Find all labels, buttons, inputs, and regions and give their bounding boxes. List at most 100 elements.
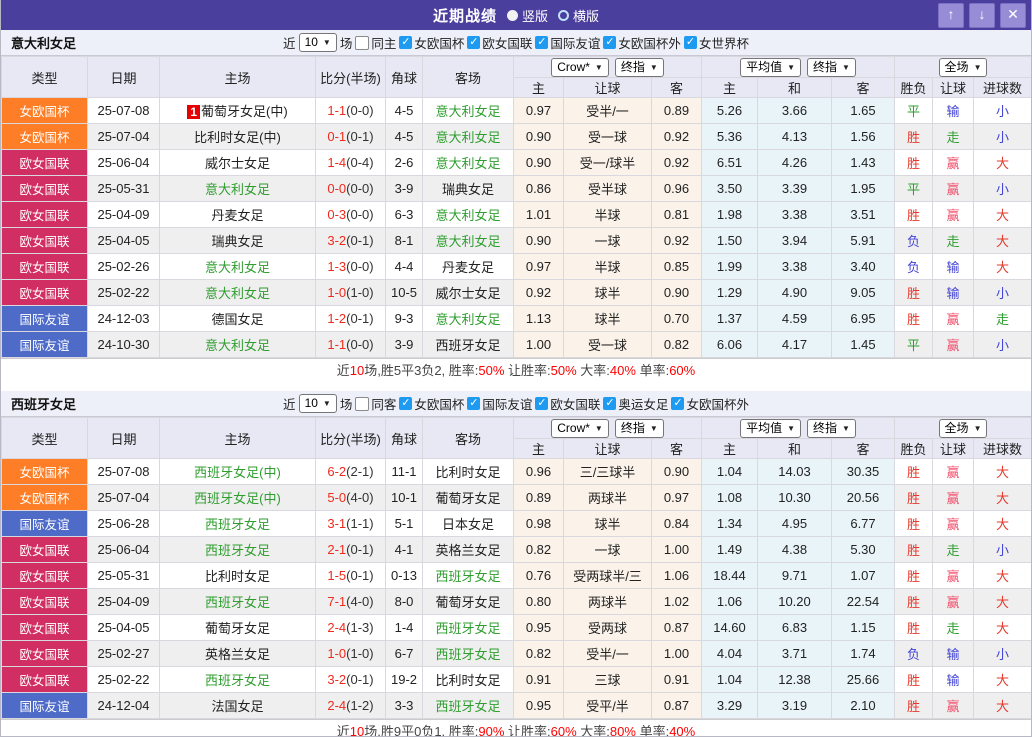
home-team-cell: 西班牙女足(中) <box>159 484 316 511</box>
result-outcome: 胜 <box>894 484 934 511</box>
home-team-cell: 比利时女足 <box>159 562 316 589</box>
same-venue-filter[interactable]: 同主 <box>355 33 396 52</box>
recent-count-select[interactable]: 10 ▼ <box>298 394 337 413</box>
halftime-score: (4-0) <box>346 594 374 609</box>
league-badge: 国际友谊 <box>1 692 88 719</box>
dropdown-chevron-icon: ▼ <box>842 423 850 433</box>
checkbox-checked-icon[interactable]: ✓ <box>535 397 549 410</box>
league-badge: 欧女国联 <box>1 149 88 176</box>
handicap-company-select[interactable]: Crow* ▼ <box>551 57 609 77</box>
corner-score: 4-5 <box>385 97 423 124</box>
radio-horizontal-layout[interactable]: 横版 <box>558 6 599 25</box>
dropdown-chevron-icon: ▼ <box>322 38 331 47</box>
result-handicap: 赢 <box>932 458 975 485</box>
scope-select-group: 全场 ▼ <box>894 417 1031 439</box>
away-team: 威尔士女足 <box>435 286 501 301</box>
close-icon: ✕ <box>1007 6 1019 22</box>
column-header: 角球 <box>385 417 423 459</box>
result-goals: 小 <box>973 175 1031 202</box>
checkbox-checked-icon[interactable]: ✓ <box>535 36 549 49</box>
league-filter-checkbox[interactable]: ✓ 欧女国联 <box>467 33 532 52</box>
radio-vertical-layout[interactable]: 竖版 <box>506 6 548 25</box>
handicap-home-odds: 0.95 <box>513 614 564 641</box>
league-filter-checkbox[interactable]: ✓ 奥运女足 <box>603 394 668 413</box>
halftime-score: (2-1) <box>346 464 374 479</box>
scope-select[interactable]: 全场 ▼ <box>938 418 988 438</box>
move-up-button[interactable]: ↑ <box>938 3 964 28</box>
away-team: 意大利女足 <box>435 208 501 223</box>
checkbox-unchecked-icon[interactable] <box>355 35 370 50</box>
checkbox-checked-icon[interactable]: ✓ <box>467 36 481 49</box>
league-filter-checkbox[interactable]: ✓ 女欧国杯外 <box>603 33 681 52</box>
league-filter-checkbox[interactable]: ✓ 欧女国联 <box>535 394 600 413</box>
checkbox-checked-icon[interactable]: ✓ <box>603 397 617 410</box>
corner-score: 8-0 <box>385 588 423 615</box>
checkbox-checked-icon[interactable]: ✓ <box>603 36 617 49</box>
league-filter-label: 欧女国联 <box>482 37 533 51</box>
fulltime-score: 0-0 <box>327 181 347 196</box>
result-handicap: 赢 <box>932 588 975 615</box>
scope-select[interactable]: 全场 ▼ <box>938 57 988 77</box>
away-team: 日本女足 <box>441 517 494 532</box>
avg-draw-odds: 4.38 <box>757 536 832 563</box>
league-filter-checkbox[interactable]: ✓ 女世界杯 <box>683 33 749 52</box>
result-handicap: 输 <box>932 279 975 306</box>
fulltime-score: 1-4 <box>327 155 347 170</box>
home-team: 丹麦女足 <box>211 208 264 223</box>
checkbox-unchecked-icon[interactable] <box>355 396 370 411</box>
home-team: 意大利女足 <box>204 286 270 301</box>
league-filter-checkbox[interactable]: ✓ 女欧国杯 <box>399 394 464 413</box>
handicap-line: 两球半 <box>563 484 652 511</box>
column-header: 让球 <box>932 77 975 98</box>
recent-count-select[interactable]: 10 ▼ <box>298 33 337 52</box>
same-venue-filter[interactable]: 同客 <box>355 394 396 413</box>
match-date: 25-07-04 <box>87 123 160 150</box>
checkbox-checked-icon[interactable]: ✓ <box>399 397 413 410</box>
avg-away-odds: 1.43 <box>830 149 896 176</box>
fulltime-score: 0-1 <box>327 129 347 144</box>
average-time-select[interactable]: 终指 ▼ <box>807 418 856 438</box>
summary-segment: 50% <box>478 363 505 378</box>
away-team-cell: 比利时女足 <box>422 458 514 485</box>
average-time-select[interactable]: 终指 ▼ <box>807 57 856 77</box>
league-filter-checkbox[interactable]: ✓ 国际友谊 <box>535 33 600 52</box>
home-team-cell: 德国女足 <box>159 305 316 332</box>
summary-segment: 40% <box>609 363 636 378</box>
result-outcome: 胜 <box>894 614 934 641</box>
summary-segment: 场,胜5平3负2, 胜率: <box>364 363 479 378</box>
summary-segment: 大率: <box>576 724 610 737</box>
handicap-away-odds: 0.81 <box>651 201 702 228</box>
column-header: 客 <box>651 77 702 98</box>
checkbox-checked-icon[interactable]: ✓ <box>671 397 685 410</box>
avg-away-odds: 1.07 <box>830 562 896 589</box>
league-badge: 国际友谊 <box>1 305 88 332</box>
handicap-company-select[interactable]: Crow* ▼ <box>551 418 609 438</box>
handicap-time-select[interactable]: 终指 ▼ <box>614 418 664 438</box>
corner-score: 10-5 <box>385 279 423 306</box>
league-filter-checkbox[interactable]: ✓ 国际友谊 <box>467 394 532 413</box>
average-company-select[interactable]: 平均值 ▼ <box>740 57 801 77</box>
move-down-button[interactable]: ↓ <box>969 3 995 28</box>
handicap-line: 半球 <box>563 253 652 280</box>
handicap-time-select[interactable]: 终指 ▼ <box>614 57 664 77</box>
close-button[interactable]: ✕ <box>1000 3 1026 28</box>
checkbox-checked-icon[interactable]: ✓ <box>399 36 413 49</box>
column-header: 客 <box>651 438 702 459</box>
handicap-line: 受一球 <box>563 123 652 150</box>
titlebar-buttons: ↑ ↓ ✕ <box>938 3 1026 28</box>
league-filter-checkbox[interactable]: ✓ 女欧国杯 <box>399 33 464 52</box>
column-header: 主 <box>513 77 564 98</box>
score-cell: 1-4(0-4) <box>315 149 386 176</box>
result-outcome: 胜 <box>894 279 934 306</box>
summary-segment: 40% <box>669 724 696 737</box>
home-team: 西班牙女足 <box>204 517 270 532</box>
avg-home-odds: 1.98 <box>701 201 758 228</box>
score-cell: 2-4(1-2) <box>315 692 386 719</box>
handicap-home-odds: 0.95 <box>513 692 564 719</box>
league-filter-checkbox[interactable]: ✓ 女欧国杯外 <box>671 394 749 413</box>
checkbox-checked-icon[interactable]: ✓ <box>467 397 481 410</box>
checkbox-checked-icon[interactable]: ✓ <box>683 36 697 49</box>
average-company-select[interactable]: 平均值 ▼ <box>740 418 801 438</box>
handicap-line: 受一/球半 <box>563 149 652 176</box>
away-team: 英格兰女足 <box>435 543 501 558</box>
